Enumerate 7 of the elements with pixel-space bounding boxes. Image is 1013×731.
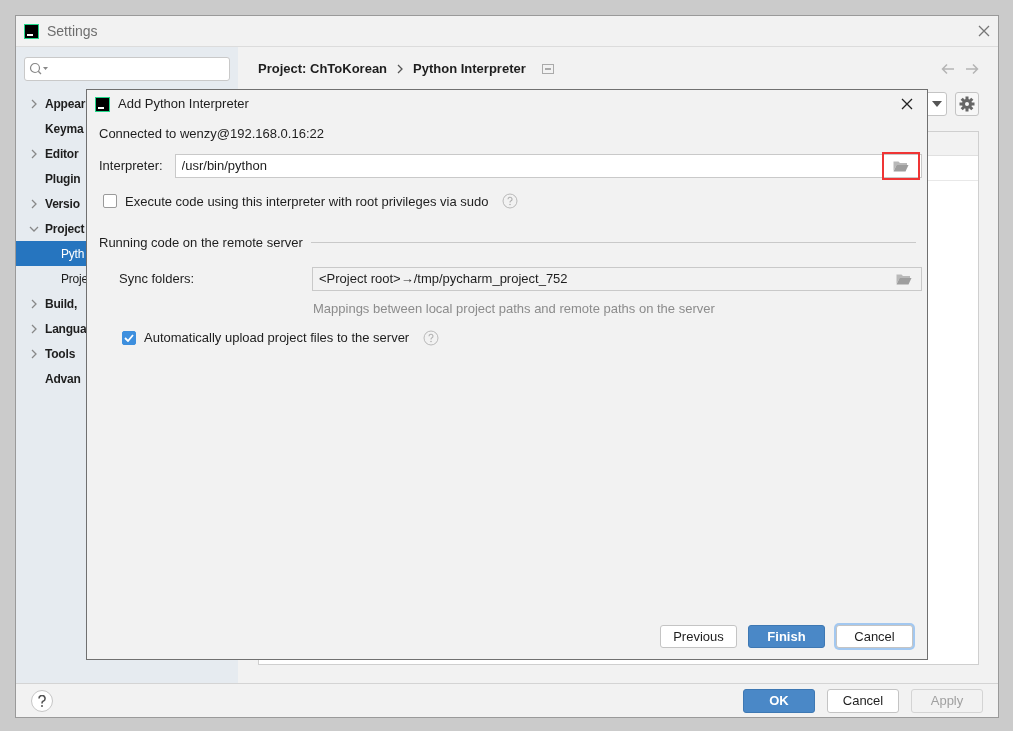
interpreter-label: Interpreter: — [99, 156, 163, 175]
dialog-title: Add Python Interpreter — [118, 95, 249, 114]
section-title: Running code on the remote server — [99, 234, 303, 252]
hint-text: Mappings between local project paths and remote paths on the server — [313, 299, 716, 318]
connection-text: Connected to wenzy@192.168.0.16:22 — [99, 125, 325, 143]
window-title: Settings — [47, 21, 98, 41]
sync-folders-label: Sync folders: — [119, 269, 196, 288]
